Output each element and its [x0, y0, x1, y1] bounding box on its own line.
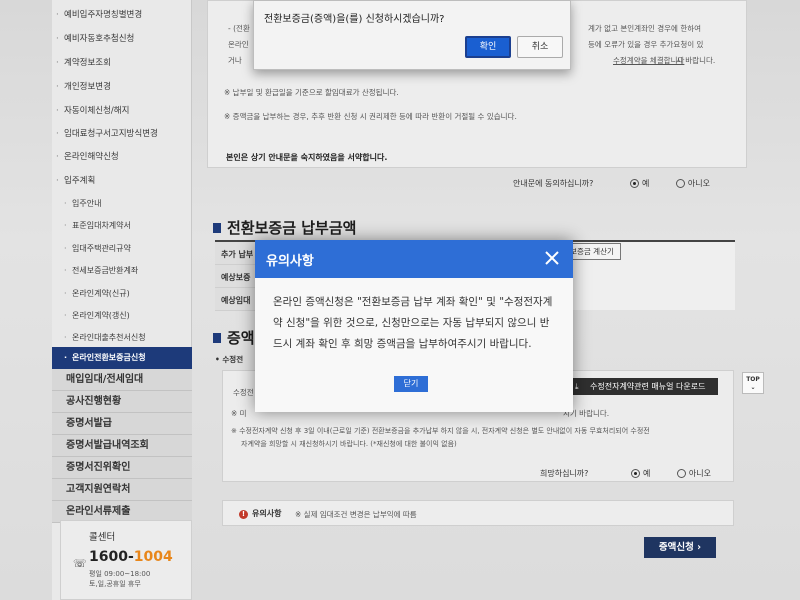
- table-header: 추가 납부: [221, 250, 254, 259]
- callcenter-title: 콜센터: [89, 532, 116, 543]
- modify-section-title: 증액: [213, 327, 255, 348]
- payment-section-title: 전환보증금 납부금액: [213, 217, 356, 238]
- sidebar-item[interactable]: 온라인계약(신규): [52, 283, 192, 305]
- notice-line: 계가 없고 본인계좌인 경우에 한하여: [588, 24, 702, 33]
- caution-row: ! 유의사항 ※ 실제 임대조건 변경은 납부익에 따름: [222, 500, 734, 526]
- caution-text: ※ 실제 임대조건 변경은 납부익에 따름: [295, 510, 417, 519]
- modal-title: 유의사항: [266, 254, 314, 269]
- alert-icon: !: [239, 510, 248, 519]
- notice-line: 거나: [228, 56, 242, 65]
- phone-icon: ☏: [73, 557, 87, 570]
- chevron-down-icon: ⌄: [750, 384, 756, 391]
- sidebar-item[interactable]: 표준임대차계약서: [52, 215, 192, 237]
- modify-bullet: ※ 미: [231, 409, 247, 418]
- modify-box-label: 수정전: [233, 388, 254, 397]
- browser-screen: 예비입주자명칭별변경 예비자동호추첨신청 계약정보조회 개인정보변경 자동이체신…: [0, 0, 800, 600]
- hope-no-radio[interactable]: 아니오: [676, 469, 711, 478]
- callcenter-hours: 평일 09:00~18:00 토,일,공휴일 휴무: [89, 570, 151, 588]
- sidebar-item[interactable]: 전세보증금반환계좌: [52, 260, 192, 282]
- notice-line: 시 바랍니다.: [676, 56, 716, 65]
- table-header: 예상임대: [221, 296, 251, 305]
- modal-header: 유의사항: [255, 240, 573, 278]
- hope-question: 희망하십니까?: [540, 469, 589, 478]
- agree-question: 안내문에 동의하십니까?: [513, 179, 594, 188]
- sidebar-main-item[interactable]: 공사진행현황: [52, 391, 192, 413]
- sidebar-main-item[interactable]: 증명서발급내역조회: [52, 435, 192, 457]
- sidebar-main-item[interactable]: 고객지원연락처: [52, 479, 192, 501]
- sidebar-item[interactable]: 자동이체신청/해지: [52, 100, 192, 122]
- sidebar-item[interactable]: 예비입주자명칭별변경: [52, 4, 192, 26]
- manual-download-button[interactable]: ⤓ 수정전자계약관련 매뉴얼 다운로드: [568, 378, 718, 395]
- modal-body: 온라인 증액신청은 "전환보증금 납부 계좌 확인" 및 "수정전자계약 신청"…: [273, 296, 553, 350]
- hope-row: 희망하십니까? 예 아니오: [540, 468, 711, 479]
- apply-increase-button[interactable]: 증액신청 ›: [644, 537, 716, 558]
- modify-subtitle: • 수정전: [215, 355, 244, 364]
- notice-line: - (전환: [228, 24, 250, 33]
- notice-line: 등에 오류가 있을 경우 추가요청이 있: [588, 40, 704, 49]
- sidebar-item[interactable]: 예비자동호추첨신청: [52, 28, 192, 50]
- sidebar-item[interactable]: 온라인계약(갱신): [52, 305, 192, 327]
- sidebar-item-active[interactable]: 온라인전환보증금신청: [52, 347, 192, 369]
- sidebar-item[interactable]: 임대주택관리규약: [52, 238, 192, 260]
- modify-bullet: 자계약을 희망할 시 재신청하시기 바랍니다. (*재신청에 대한 불이익 없음…: [241, 440, 457, 448]
- agree-yes-radio[interactable]: 예: [629, 179, 649, 188]
- sidebar-item[interactable]: 온라인대출추천서신청: [52, 327, 192, 349]
- notice-bullet: ※ 증액금을 납부하는 경우, 추후 반환 신청 시 권리제한 등에 따라 반환…: [224, 112, 517, 121]
- pledge-text: 본인은 상기 안내문을 숙지하였음을 서약합니다.: [226, 153, 388, 162]
- sidebar-main-item[interactable]: 증명서발급: [52, 413, 192, 435]
- sidebar-item[interactable]: 개인정보변경: [52, 76, 192, 98]
- modal-close-button[interactable]: 닫기: [394, 376, 428, 392]
- notice-line: 온라인: [228, 40, 249, 49]
- modify-bullet: ※ 수정전자계약 신청 후 3일 이내(근로일 기준) 전환보증금을 추가납부 …: [231, 427, 650, 435]
- sidebar: 예비입주자명칭별변경 예비자동호추첨신청 계약정보조회 개인정보변경 자동이체신…: [52, 0, 192, 600]
- sidebar-item[interactable]: 임대료청구서고지방식변경: [52, 123, 192, 145]
- scroll-top-button[interactable]: TOP ⌄: [742, 372, 764, 394]
- callcenter-box: 콜센터 ☏ 1600-1004 평일 09:00~18:00 토,일,공휴일 휴…: [60, 520, 192, 600]
- notice-bullet: ※ 납부일 및 환급일을 기준으로 할임대료가 산정됩니다.: [224, 88, 399, 97]
- confirm-dialog: 전환보증금(증액)을(를) 신청하시겠습니까? 확인 취소: [253, 0, 571, 70]
- download-icon: ⤓: [575, 382, 579, 391]
- notice-line: 수정계약을 체결합니다: [613, 56, 685, 65]
- confirm-ok-button[interactable]: 확인: [465, 36, 511, 58]
- table-header: 예상보증: [221, 273, 251, 282]
- sidebar-item[interactable]: 입주계획: [52, 170, 192, 192]
- caution-label: ! 유의사항: [239, 508, 281, 519]
- callcenter-phone: 1600-1004: [89, 549, 173, 565]
- notice-modal: 유의사항 온라인 증액신청은 "전환보증금 납부 계좌 확인" 및 "수정전자계…: [255, 240, 573, 412]
- close-icon[interactable]: [542, 248, 562, 268]
- confirm-message: 전환보증금(증액)을(를) 신청하시겠습니까?: [264, 14, 445, 25]
- sidebar-item[interactable]: 입주안내: [52, 193, 192, 215]
- hope-yes-radio[interactable]: 예: [630, 469, 650, 478]
- sidebar-main-item[interactable]: 매입임대/전세임대: [52, 369, 192, 391]
- sidebar-main-item[interactable]: 증명서진위확인: [52, 457, 192, 479]
- agree-no-radio[interactable]: 아니오: [675, 179, 710, 188]
- sidebar-item[interactable]: 온라인해약신청: [52, 146, 192, 168]
- sidebar-item[interactable]: 계약정보조회: [52, 52, 192, 74]
- confirm-cancel-button[interactable]: 취소: [517, 36, 563, 58]
- agree-row: 안내문에 동의하십니까? 예 아니오: [513, 178, 710, 189]
